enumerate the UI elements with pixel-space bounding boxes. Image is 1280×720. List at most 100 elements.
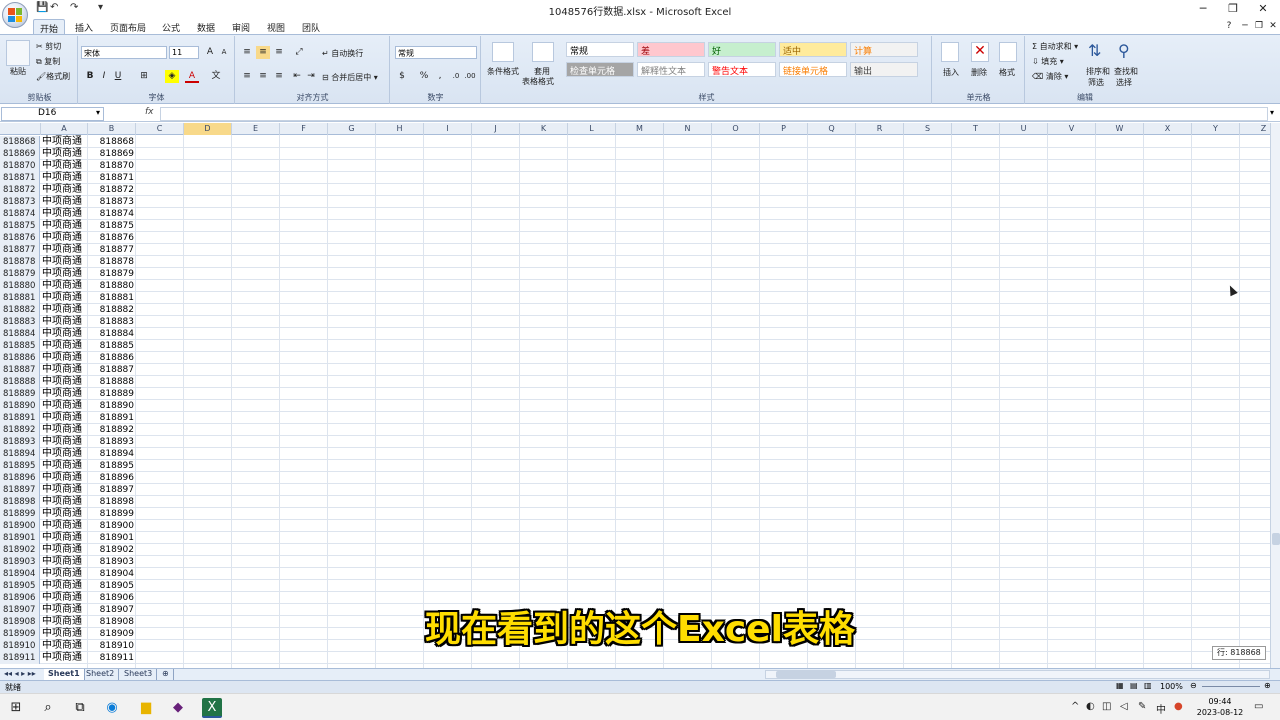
row-number[interactable]: 818886	[0, 352, 40, 364]
cell-a[interactable]: 中项商通	[42, 424, 82, 435]
cell-a[interactable]: 中项商通	[42, 556, 82, 567]
cell-b[interactable]: 818882	[88, 304, 134, 316]
cell-b[interactable]: 818895	[88, 460, 134, 472]
cell-b[interactable]: 818884	[88, 328, 134, 340]
cell-a[interactable]: 中项商通	[42, 256, 82, 267]
cell-b[interactable]: 818872	[88, 184, 134, 196]
row-number[interactable]: 818871	[0, 172, 40, 184]
cell-b[interactable]: 818887	[88, 364, 134, 376]
office-button[interactable]	[2, 2, 28, 28]
zoom-level[interactable]: 100%	[1160, 682, 1183, 691]
cell-b[interactable]: 818876	[88, 232, 134, 244]
row-number[interactable]: 818879	[0, 268, 40, 280]
row-number[interactable]: 818889	[0, 388, 40, 400]
italic-icon[interactable]: I	[97, 70, 111, 83]
network-icon[interactable]: ◫	[1102, 701, 1111, 712]
phonetic-icon[interactable]: 文	[209, 70, 223, 83]
comma-icon[interactable]: ,	[433, 70, 447, 83]
close-button[interactable]: ✕	[1246, 0, 1280, 18]
cell-a[interactable]: 中项商通	[42, 280, 82, 291]
cell-b[interactable]: 818896	[88, 472, 134, 484]
row-number[interactable]: 818904	[0, 568, 40, 580]
cell-b[interactable]: 818901	[88, 532, 134, 544]
cell-a[interactable]: 中项商通	[42, 352, 82, 363]
task-view-icon[interactable]: ⧉	[70, 698, 90, 718]
find-select-button-2[interactable]: 选择	[1116, 77, 1132, 88]
cell-style-1[interactable]: 差	[637, 42, 705, 57]
excel-app-icon[interactable]: X	[202, 698, 222, 718]
worksheet-grid[interactable]: ABCDEFGHIJKLMNOPQRSTUVWXYZ 818868 中项商通 818…	[0, 123, 1270, 668]
cell-style-5[interactable]: 检查单元格	[566, 62, 634, 77]
sort-filter-button-1[interactable]: 排序和	[1086, 66, 1110, 77]
insert-function-icon[interactable]: fx	[145, 107, 154, 117]
cell-b[interactable]: 818879	[88, 268, 134, 280]
cell-a[interactable]: 中项商通	[42, 172, 82, 183]
row-number[interactable]: 818895	[0, 460, 40, 472]
view-page-layout-icon[interactable]: ▤	[1130, 681, 1138, 690]
cell-a[interactable]: 中项商通	[42, 448, 82, 459]
row-number[interactable]: 818877	[0, 244, 40, 256]
cell-a[interactable]: 中项商通	[42, 232, 82, 243]
vertical-scroll-thumb[interactable]	[1272, 533, 1280, 545]
fill-button[interactable]: ⇩ 填充 ▾	[1032, 56, 1064, 67]
cell-a[interactable]: 中项商通	[42, 304, 82, 315]
cell-a[interactable]: 中项商通	[42, 580, 82, 591]
cell-style-8[interactable]: 链接单元格	[779, 62, 847, 77]
column-header-d[interactable]: D	[184, 123, 232, 135]
cell-b[interactable]: 818890	[88, 400, 134, 412]
row-number[interactable]: 818888	[0, 376, 40, 388]
column-header-v[interactable]: V	[1048, 123, 1096, 135]
table-format-button-2[interactable]: 表格格式	[522, 76, 554, 87]
row-number[interactable]: 818898	[0, 496, 40, 508]
row-number[interactable]: 818894	[0, 448, 40, 460]
row-number[interactable]: 818878	[0, 256, 40, 268]
cell-b[interactable]: 818899	[88, 508, 134, 520]
row-number[interactable]: 818881	[0, 292, 40, 304]
cell-style-7[interactable]: 警告文本	[708, 62, 776, 77]
cell-b[interactable]: 818892	[88, 424, 134, 436]
tab-page-layout[interactable]: 页面布局	[104, 19, 152, 35]
search-icon[interactable]: ⌕	[38, 698, 58, 718]
volume-icon[interactable]: ◁	[1120, 701, 1128, 712]
insert-sheet-icon[interactable]: ⊕	[158, 669, 174, 680]
column-header-i[interactable]: I	[424, 123, 472, 135]
row-number[interactable]: 818875	[0, 220, 40, 232]
row-number[interactable]: 818899	[0, 508, 40, 520]
row-number[interactable]: 818870	[0, 160, 40, 172]
column-header-n[interactable]: N	[664, 123, 712, 135]
paste-button[interactable]: 粘贴	[10, 66, 26, 77]
cell-a[interactable]: 中项商通	[42, 244, 82, 255]
sort-filter-button-2[interactable]: 筛选	[1088, 77, 1104, 88]
column-header-r[interactable]: R	[856, 123, 904, 135]
column-header-m[interactable]: M	[616, 123, 664, 135]
cell-b[interactable]: 818873	[88, 196, 134, 208]
cell-a[interactable]: 中项商通	[42, 472, 82, 483]
zoom-slider[interactable]	[1202, 686, 1260, 687]
tab-view[interactable]: 视图	[261, 19, 291, 35]
row-number[interactable]: 818880	[0, 280, 40, 292]
cell-a[interactable]: 中项商通	[42, 568, 82, 579]
column-header-y[interactable]: Y	[1192, 123, 1240, 135]
column-header-b[interactable]: B	[88, 123, 136, 135]
column-header-w[interactable]: W	[1096, 123, 1144, 135]
row-number[interactable]: 818897	[0, 484, 40, 496]
decrease-decimal-icon[interactable]: .00	[463, 70, 477, 83]
column-header-h[interactable]: H	[376, 123, 424, 135]
column-header-j[interactable]: J	[472, 123, 520, 135]
column-header-e[interactable]: E	[232, 123, 280, 135]
row-number[interactable]: 818891	[0, 412, 40, 424]
ribbon-minimize-icon[interactable]: ─	[1238, 20, 1252, 33]
column-header-u[interactable]: U	[1000, 123, 1048, 135]
row-number[interactable]: 818903	[0, 556, 40, 568]
row-number[interactable]: 818896	[0, 472, 40, 484]
row-number[interactable]: 818893	[0, 436, 40, 448]
view-normal-icon[interactable]: ▦	[1116, 681, 1124, 690]
sheet-tab-3[interactable]: Sheet3	[120, 669, 158, 680]
tab-home[interactable]: 开始	[33, 19, 66, 35]
cell-a[interactable]: 中项商通	[42, 340, 82, 351]
sheet-tab-1[interactable]: Sheet1	[44, 669, 85, 680]
column-header-f[interactable]: F	[280, 123, 328, 135]
cell-style-4[interactable]: 计算	[850, 42, 918, 57]
restore-button[interactable]: ❐	[1216, 0, 1250, 18]
sheet-tab-2[interactable]: Sheet2	[82, 669, 120, 680]
